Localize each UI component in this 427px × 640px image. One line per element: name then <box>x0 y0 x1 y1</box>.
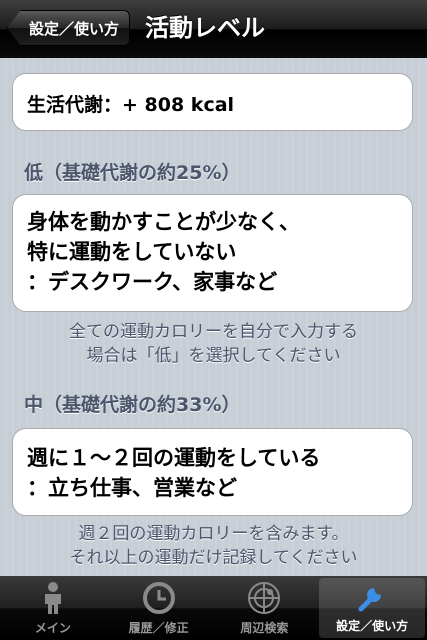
calorie-summary-text: 生活代謝：+ 808 kcal <box>27 94 235 116</box>
footnote-line: 場合は「低」を選択してください <box>86 346 341 366</box>
wrench-icon <box>358 588 382 612</box>
clock-icon <box>142 582 175 614</box>
tab-label: 設定／使い方 <box>336 619 409 633</box>
back-button[interactable]: 設定／使い方 <box>8 10 130 46</box>
tab-label: メイン <box>34 621 71 635</box>
activity-option-medium[interactable]: 週に１〜２回の運動をしている ：立ち仕事、営業など <box>12 428 413 516</box>
radar-icon <box>248 582 281 614</box>
navigation-bar: 設定／使い方 活動レベル <box>0 0 427 59</box>
calorie-summary-cell: 生活代謝：+ 808 kcal <box>12 73 413 131</box>
section-header-medium: 中（基礎代謝の約33%） <box>24 394 241 416</box>
tab-nearby-search[interactable]: 周辺検索 <box>212 576 318 640</box>
settings-content[interactable]: 生活代謝：+ 808 kcal 低（基礎代謝の約25%） 身体を動かすことが少な… <box>0 58 427 576</box>
page-title: 活動レベル <box>145 14 265 42</box>
tab-history[interactable]: 履歴／修正 <box>106 576 212 640</box>
activity-option-low[interactable]: 身体を動かすことが少なく、 特に運動をしていない ：デスクワーク、家事など <box>12 194 413 312</box>
tab-bar: メイン 履歴／修正 周辺検索 設定／使い方 <box>0 576 427 640</box>
section-footnote-low: 全ての運動カロリーを自分で入力する 場合は「低」を選択してください <box>0 320 427 368</box>
footnote-line: 全ての運動カロリーを自分で入力する <box>69 322 358 342</box>
option-medium-line: ：立ち仕事、営業など <box>27 476 237 500</box>
tab-main[interactable]: メイン <box>0 576 106 640</box>
option-low-line: 身体を動かすことが少なく、 <box>27 210 300 234</box>
tab-label: 履歴／修正 <box>128 621 189 635</box>
tab-settings[interactable]: 設定／使い方 <box>319 578 425 638</box>
tab-label: 周辺検索 <box>240 621 289 635</box>
footnote-line: 週２回の運動カロリーを含みます。 <box>78 524 349 544</box>
person-icon <box>44 582 61 614</box>
option-medium-line: 週に１〜２回の運動をしている <box>27 446 321 470</box>
option-low-line: 特に運動をしていない <box>27 240 237 264</box>
section-header-low: 低（基礎代謝の約25%） <box>24 162 241 184</box>
section-footnote-medium: 週２回の運動カロリーを含みます。 それ以上の運動だけ記録してください <box>0 522 427 570</box>
option-low-line: ：デスクワーク、家事など <box>27 270 278 294</box>
back-button-label: 設定／使い方 <box>28 19 119 38</box>
footnote-line: それ以上の運動だけ記録してください <box>69 548 358 568</box>
